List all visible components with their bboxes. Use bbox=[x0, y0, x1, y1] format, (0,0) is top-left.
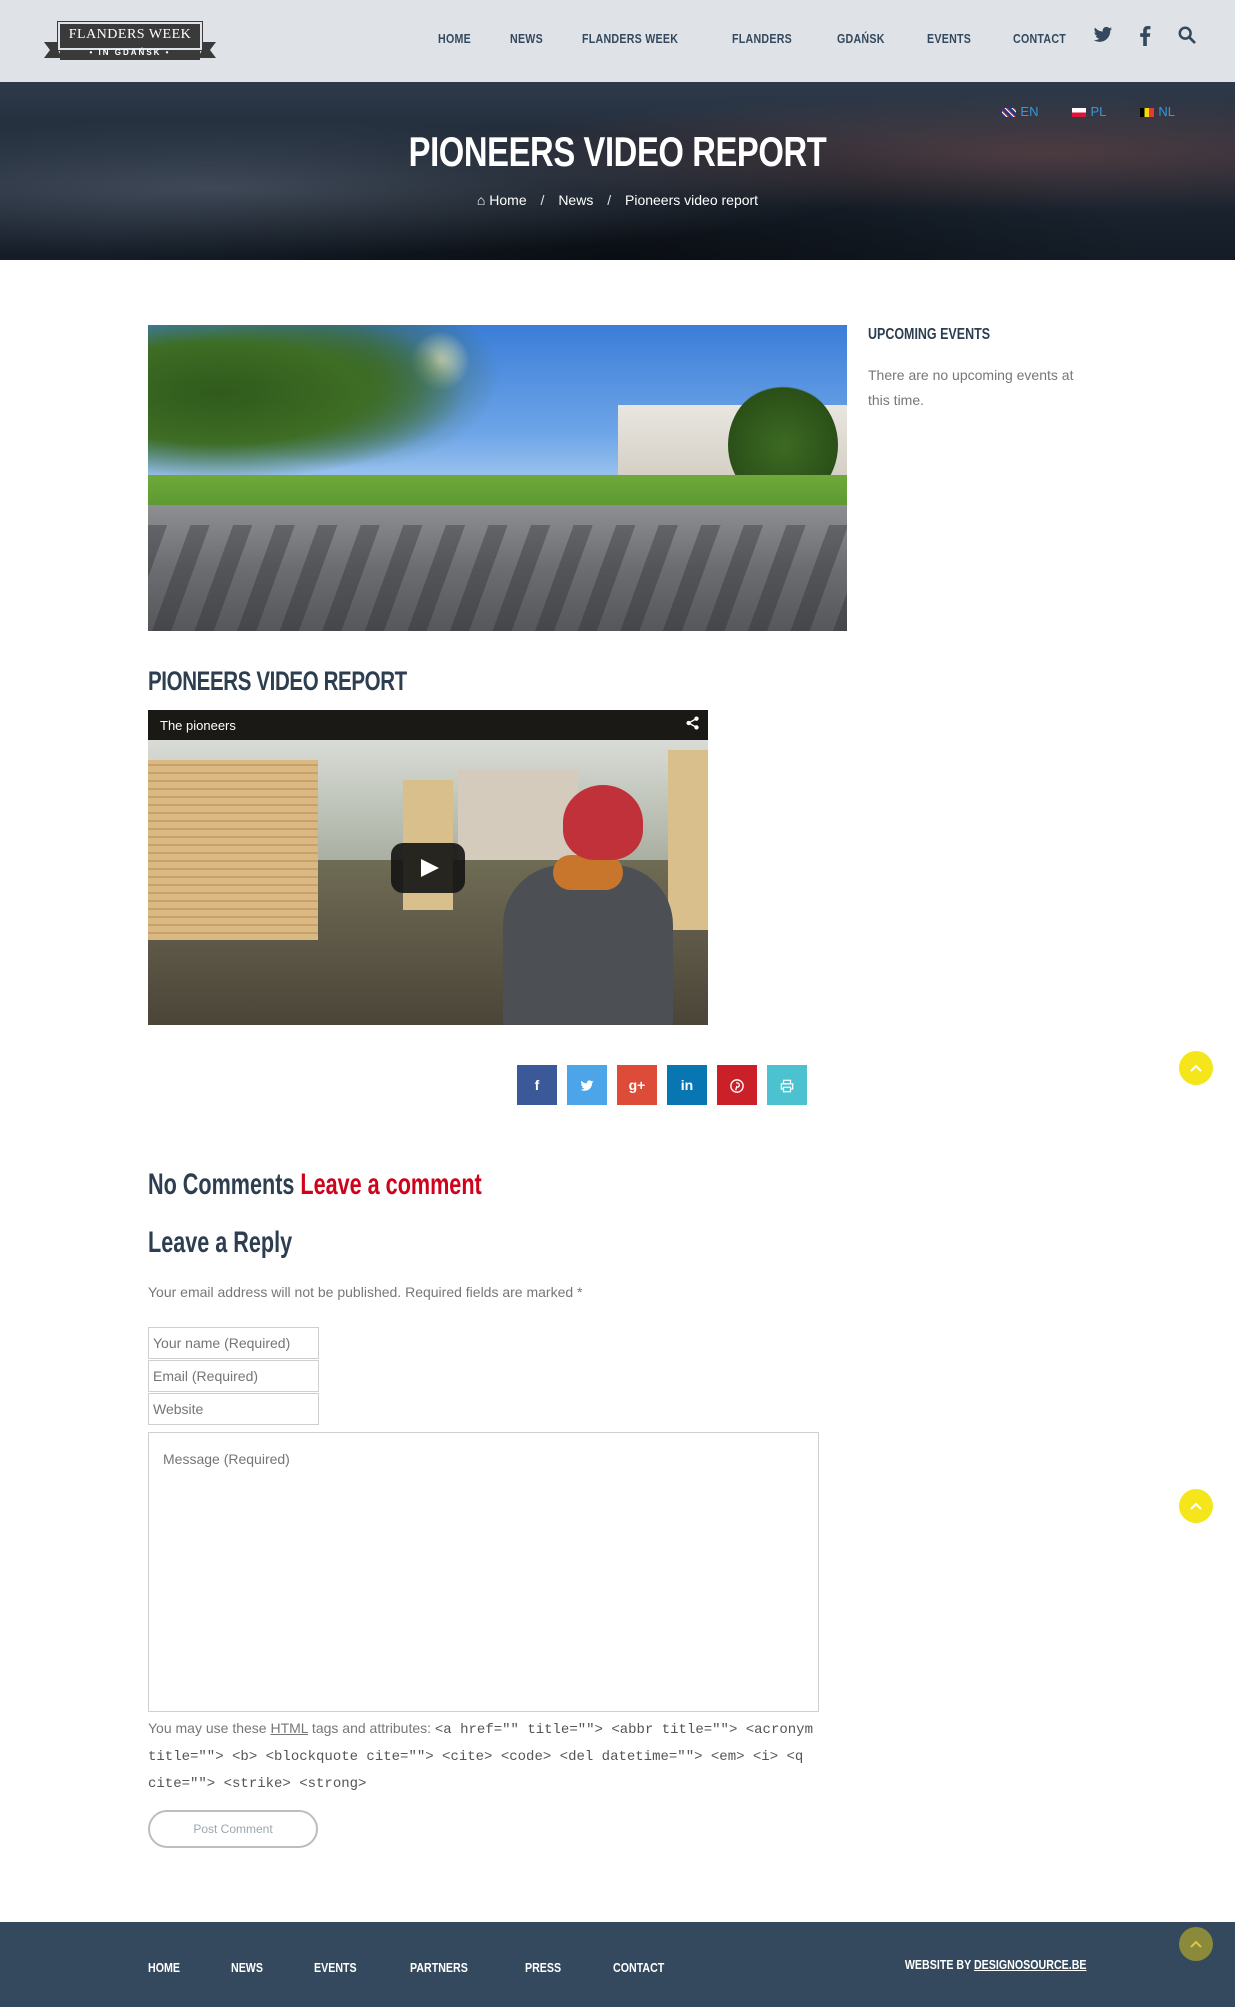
nav-item-flanders[interactable]: FLANDERS bbox=[732, 31, 792, 46]
sidebar-title: UPCOMING EVENTS bbox=[868, 326, 991, 343]
linkedin-share-button[interactable]: in bbox=[667, 1065, 707, 1105]
nav-item-events[interactable]: EVENTS bbox=[927, 31, 971, 46]
play-button[interactable] bbox=[391, 843, 465, 893]
facebook-share-button[interactable]: f bbox=[517, 1065, 557, 1105]
logo-subtitle: • IN GDAŃSK • bbox=[89, 48, 171, 57]
footer-nav-news[interactable]: NEWS bbox=[231, 1960, 263, 1975]
lang-pl[interactable]: PL bbox=[1072, 104, 1106, 119]
footer-nav-home[interactable]: HOME bbox=[148, 1960, 180, 1975]
nav-item-home[interactable]: HOME bbox=[438, 31, 471, 46]
nav-item-gdansk[interactable]: GDAŃSK bbox=[837, 31, 885, 46]
pinterest-share-button[interactable] bbox=[717, 1065, 757, 1105]
video-embed[interactable]: The pioneers bbox=[148, 710, 708, 1025]
twitter-share-button[interactable] bbox=[567, 1065, 607, 1105]
logo-title-box: FLANDERS WEEK bbox=[57, 21, 203, 51]
page-title: PIONEERS VIDEO REPORT bbox=[408, 128, 827, 175]
search-icon[interactable] bbox=[1177, 26, 1197, 46]
footer-credit: WEBSITE BY DESIGNOSOURCE.BE bbox=[905, 1957, 1087, 1972]
lang-nl[interactable]: NL bbox=[1140, 104, 1175, 119]
breadcrumb: ⌂ Home / News / Pioneers video report bbox=[0, 192, 1235, 208]
share-icon[interactable] bbox=[686, 716, 700, 734]
nav-item-contact[interactable]: CONTACT bbox=[1013, 31, 1066, 46]
comment-count: No Comments bbox=[148, 1168, 295, 1201]
uk-flag-icon bbox=[1002, 108, 1017, 118]
email-field[interactable] bbox=[148, 1360, 319, 1392]
credit-link[interactable]: DESIGNOSOURCE.BE bbox=[974, 1957, 1087, 1972]
breadcrumb-separator: / bbox=[607, 192, 612, 208]
print-share-button[interactable] bbox=[767, 1065, 807, 1105]
pl-flag-icon bbox=[1072, 108, 1087, 118]
lang-en[interactable]: EN bbox=[1002, 104, 1038, 119]
scroll-top-button[interactable] bbox=[1179, 1051, 1213, 1085]
scroll-top-button[interactable] bbox=[1179, 1489, 1213, 1523]
website-field[interactable] bbox=[148, 1393, 319, 1425]
sidebar-text: There are no upcoming events at this tim… bbox=[868, 367, 1074, 408]
video-title[interactable]: The pioneers bbox=[160, 718, 236, 733]
language-switcher: EN PL NL bbox=[1002, 104, 1175, 119]
footer-nav-partners[interactable]: PARTNERS bbox=[410, 1960, 468, 1975]
required-fields-note: Your email address will not be published… bbox=[148, 1284, 583, 1300]
breadcrumb-news[interactable]: News bbox=[558, 192, 593, 208]
breadcrumb-current: Pioneers video report bbox=[625, 192, 759, 208]
breadcrumb-separator: / bbox=[540, 192, 545, 208]
logo-title: FLANDERS WEEK bbox=[68, 27, 192, 42]
home-icon: ⌂ bbox=[476, 192, 486, 208]
allowed-tags-mid: tags and attributes: bbox=[308, 1720, 435, 1736]
post-title: PIONEERS VIDEO REPORT bbox=[148, 666, 407, 696]
scroll-top-button[interactable] bbox=[1179, 1927, 1213, 1961]
footer-nav: HOME NEWS EVENTS PARTNERS PRESS CONTACT bbox=[148, 1960, 719, 1975]
social-icons bbox=[1093, 26, 1197, 46]
name-field[interactable] bbox=[148, 1327, 319, 1359]
credit-prefix: WEBSITE BY bbox=[905, 1957, 975, 1972]
message-field[interactable] bbox=[148, 1432, 819, 1712]
footer-nav-events[interactable]: EVENTS bbox=[314, 1960, 357, 1975]
nav-item-flanders-week[interactable]: FLANDERS WEEK bbox=[582, 31, 678, 46]
footer-nav-press[interactable]: PRESS bbox=[525, 1960, 561, 1975]
allowed-tags-note: You may use these HTML tags and attribut… bbox=[148, 1716, 838, 1797]
leave-comment-link[interactable]: Leave a comment bbox=[300, 1168, 481, 1201]
featured-image bbox=[148, 325, 847, 631]
google-plus-share-button[interactable]: g+ bbox=[617, 1065, 657, 1105]
allowed-tags-prefix: You may use these bbox=[148, 1720, 271, 1736]
main-nav: HOME NEWS FLANDERS WEEK FLANDERS GDAŃSK … bbox=[438, 31, 1110, 46]
reply-title: Leave a Reply bbox=[148, 1226, 293, 1259]
breadcrumb-home[interactable]: Home bbox=[489, 192, 526, 208]
page-hero: EN PL NL PIONEERS VIDEO REPORT ⌂ Home / … bbox=[0, 82, 1235, 260]
twitter-icon[interactable] bbox=[1093, 26, 1113, 46]
footer-nav-contact[interactable]: CONTACT bbox=[613, 1960, 664, 1975]
top-navigation-bar: FLANDERS WEEK • IN GDAŃSK • HOME NEWS FL… bbox=[0, 0, 1235, 82]
post-comment-button[interactable]: Post Comment bbox=[148, 1810, 318, 1848]
html-abbr: HTML bbox=[270, 1720, 309, 1736]
be-flag-icon bbox=[1140, 108, 1155, 118]
site-logo[interactable]: FLANDERS WEEK • IN GDAŃSK • bbox=[44, 21, 216, 60]
facebook-icon[interactable] bbox=[1135, 26, 1155, 46]
nav-item-news[interactable]: NEWS bbox=[510, 31, 543, 46]
share-buttons: f g+ in bbox=[517, 1065, 807, 1105]
comments-heading: No Comments Leave a comment bbox=[148, 1168, 482, 1202]
site-footer: HOME NEWS EVENTS PARTNERS PRESS CONTACT … bbox=[0, 1922, 1235, 2007]
